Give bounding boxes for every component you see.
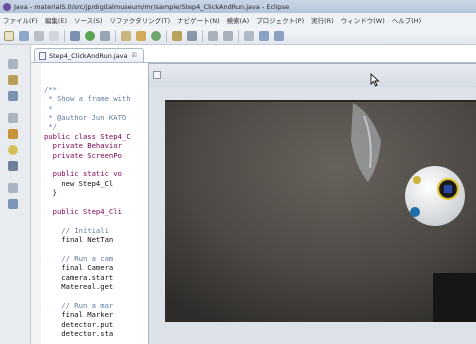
robot-wheel-light	[410, 207, 420, 217]
window-title: Java - materialS.0/src/jp/digitalmuseum/…	[14, 2, 290, 11]
robot-marker-code	[444, 185, 452, 193]
new-package-icon[interactable]	[136, 30, 146, 41]
menu-window[interactable]: ウィンドウ(W)	[341, 15, 385, 25]
editor-tab[interactable]: Step4_ClickAndRun.java ☒	[34, 48, 144, 62]
editor-tab-label: Step4_ClickAndRun.java	[49, 51, 128, 60]
menubar: ファイル(F) 編集(E) ソース(S) リファクタリング(T) ナビゲート(N…	[0, 13, 476, 27]
code-line: final Marker	[44, 310, 114, 320]
code-line: // Run a mar	[44, 300, 114, 310]
code-line: private Behavior	[44, 141, 122, 151]
hierarchy-icon[interactable]	[8, 91, 18, 101]
outline-icon[interactable]	[8, 183, 18, 193]
javadoc-icon[interactable]	[8, 145, 18, 155]
code-line: }	[44, 188, 57, 198]
menu-navigate[interactable]: ナビゲート(N)	[177, 15, 219, 25]
toolbar-separator	[202, 29, 203, 42]
new-file-icon[interactable]	[4, 30, 14, 41]
code-line: *	[44, 103, 53, 113]
code-line: detector.put	[44, 319, 114, 329]
code-line: final NetTan	[44, 235, 114, 245]
editor-gutter	[31, 63, 41, 344]
toolbar-separator	[166, 29, 167, 42]
code-line: // Run a cam	[44, 253, 114, 263]
run-icon[interactable]	[85, 30, 95, 41]
camera-image	[165, 100, 476, 322]
save-icon[interactable]	[19, 30, 29, 41]
code-line: detector.sta	[44, 328, 114, 338]
declaration-icon[interactable]	[8, 161, 18, 171]
menu-project[interactable]: プロジェクト(P)	[256, 15, 304, 25]
copy-icon[interactable]	[49, 30, 59, 41]
robot-sensor	[413, 176, 421, 184]
restore-view-icon[interactable]	[8, 113, 18, 123]
code-line: /**	[44, 84, 57, 94]
debug-icon[interactable]	[70, 30, 80, 41]
search-icon[interactable]	[187, 30, 197, 41]
problems-icon[interactable]	[8, 129, 18, 139]
task-list-icon[interactable]	[8, 199, 18, 209]
menu-refactor[interactable]: リファクタリング(T)	[109, 15, 170, 25]
window-titlebar: Java - materialS.0/src/jp/digitalmuseum/…	[0, 0, 476, 13]
code-line: public Step4_Cli	[44, 206, 122, 216]
java-app-icon	[153, 71, 161, 79]
code-line: public static vo	[44, 169, 122, 179]
new-java-project-icon[interactable]	[121, 30, 131, 41]
menu-source[interactable]: ソース(S)	[74, 15, 102, 25]
toolbar-separator	[115, 29, 116, 42]
code-line: Matereal.get	[44, 281, 114, 291]
code-line: final Camera	[44, 263, 114, 273]
next-annotation-icon[interactable]	[208, 30, 218, 41]
open-type-icon[interactable]	[172, 30, 182, 41]
camera-window[interactable]	[148, 63, 476, 344]
menu-edit[interactable]: 編集(E)	[45, 15, 67, 25]
code-area[interactable]: /** * Show a frame with * * @author Jun …	[44, 66, 154, 338]
code-line: new Step4_Cl	[44, 178, 114, 188]
floor-edge	[165, 100, 476, 102]
menu-search[interactable]: 検索(A)	[227, 15, 250, 25]
code-line: private ScreenPo	[44, 150, 122, 160]
external-tools-icon[interactable]	[100, 30, 110, 41]
mouse-cursor-icon	[370, 73, 380, 87]
menu-help[interactable]: ヘルプ(H)	[392, 15, 421, 25]
close-icon[interactable]: ☒	[132, 52, 137, 59]
code-line: public class Step4_C	[44, 131, 131, 141]
code-line: camera.start	[44, 272, 114, 282]
dark-object	[433, 273, 476, 322]
toolbar-separator	[64, 29, 65, 42]
package-explorer-icon[interactable]	[8, 75, 18, 85]
last-edit-location-icon[interactable]	[244, 30, 254, 41]
forward-icon[interactable]	[274, 30, 284, 41]
code-line: * @author Jun KATO	[44, 112, 127, 122]
camera-view[interactable]	[165, 100, 476, 322]
java-file-icon	[39, 51, 46, 60]
toolbar-separator	[238, 29, 239, 42]
code-line: * Show a frame with	[44, 94, 131, 104]
new-class-icon[interactable]	[151, 30, 161, 41]
minimize-view-icon[interactable]	[8, 59, 18, 69]
back-icon[interactable]	[259, 30, 269, 41]
print-icon[interactable]	[34, 30, 44, 41]
code-line: // Initiali	[44, 225, 109, 235]
perspective-sidebar	[0, 45, 31, 344]
main-toolbar	[0, 27, 476, 45]
camera-window-titlebar[interactable]	[149, 64, 476, 87]
eclipse-app-icon	[3, 2, 11, 11]
code-line: */	[44, 122, 57, 132]
menu-file[interactable]: ファイル(F)	[3, 15, 38, 25]
menu-run[interactable]: 実行(R)	[311, 15, 334, 25]
previous-annotation-icon[interactable]	[223, 30, 233, 41]
